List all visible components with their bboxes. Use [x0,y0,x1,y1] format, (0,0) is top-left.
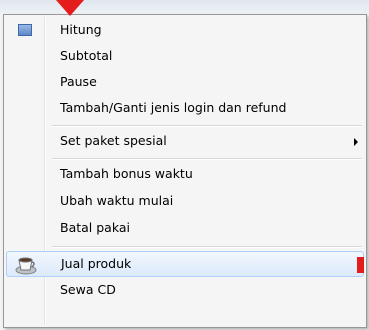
annotation-marker [357,257,364,273]
context-menu: Hitung Subtotal Pause Tambah/Ganti jenis… [3,14,367,328]
menu-separator [52,246,362,248]
menu-item-label: Tambah bonus waktu [60,166,193,181]
menu-item-label: Tambah/Ganti jenis login dan refund [60,100,287,115]
menu-item-label: Batal pakai [60,220,130,235]
menu-item-hitung[interactable]: Hitung [6,18,364,44]
menu-item-label: Sewa CD [60,282,116,297]
menu-item-tambah-ganti-login[interactable]: Tambah/Ganti jenis login dan refund [6,96,364,122]
menu-item-sewa-cd[interactable]: Sewa CD [6,278,364,304]
menu-item-subtotal[interactable]: Subtotal [6,44,364,70]
menu-item-jual-produk[interactable]: Jual produk [6,251,364,277]
menu-separator [52,158,362,160]
menu-item-label: Jual produk [61,256,132,271]
menu-separator [52,125,362,127]
menu-item-ubah-waktu-mulai[interactable]: Ubah waktu mulai [6,189,364,215]
menu-item-label: Set paket spesial [60,133,167,148]
submenu-arrow-icon [354,138,358,146]
menu-item-label: Subtotal [60,48,113,63]
calculator-icon [18,24,32,36]
menu-item-set-paket-spesial[interactable]: Set paket spesial [6,129,364,155]
menu-item-label: Hitung [60,22,102,37]
menu-item-label: Ubah waktu mulai [60,193,174,208]
menu-item-batal-pakai[interactable]: Batal pakai [6,216,364,242]
annotation-arrow-icon [56,0,84,16]
menu-item-label: Pause [60,74,97,89]
menu-item-pause[interactable]: Pause [6,70,364,96]
coffee-cup-icon [15,257,37,275]
menu-item-tambah-bonus-waktu[interactable]: Tambah bonus waktu [6,162,364,188]
